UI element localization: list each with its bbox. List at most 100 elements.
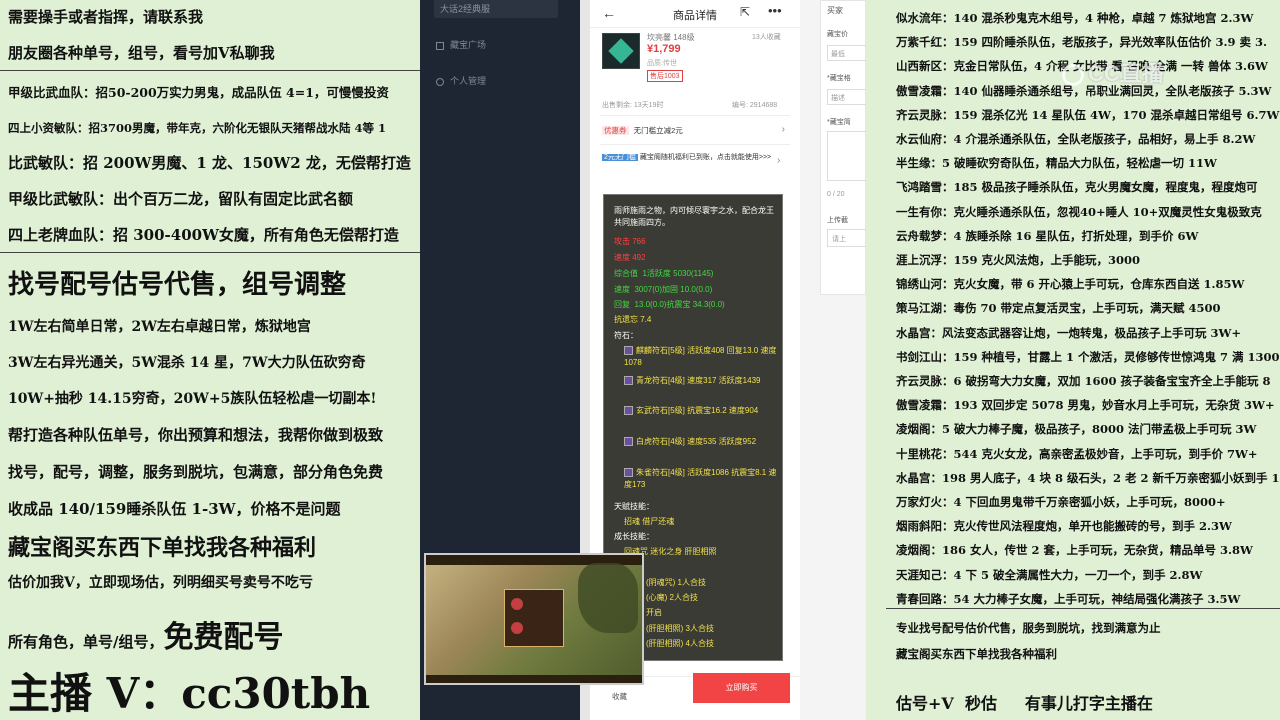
left-ad-line: 1W左右简单日常，2W左右卓越日常，炼狱地宫	[8, 319, 311, 335]
account-server-name: 万家灯火：	[896, 495, 954, 509]
description-textarea[interactable]	[827, 131, 867, 181]
coupon-row[interactable]: 优惠券 无门槛立减2元 ›	[602, 124, 787, 139]
left-ad-line: 10W+抽秒 14.15穷奇，20W+5族队伍轻松虐一切副本!	[8, 391, 377, 407]
account-server-name: 水晶宫：	[896, 325, 942, 340]
rune-icon	[624, 468, 633, 478]
watermark-text: CC直播	[1088, 61, 1164, 86]
form-backdrop: 买家 藏宝价 最低 *藏宝格 描述 *藏宝简 0 / 20 上传截 请上	[800, 0, 867, 720]
account-server-name: 书剑江山：	[896, 349, 954, 364]
user-icon	[436, 77, 444, 86]
item-number: 编号: 2914688	[732, 102, 778, 109]
form-label: 买家	[827, 6, 843, 15]
item-sub-info: 品质:传世	[647, 60, 677, 67]
rune-text: 白虎符石[4级] 速度535 活跃度952	[636, 437, 757, 446]
rune-title: 符石：	[614, 331, 638, 340]
account-server-name: 傲雪凌霜：	[896, 398, 954, 413]
left-ad-big: 免费配号	[163, 620, 284, 655]
account-server-name: 锦绣山河：	[896, 277, 954, 292]
footer-text: 有事儿打字主播在	[1024, 694, 1153, 713]
right-ad-line: 云舟载梦：4 族睡杀除 16 星队伍，打折处理，到手价 6W	[896, 228, 1198, 244]
right-ad-line: 万紫千红：159 四阶睡杀队伍，老版孩子，异光效率队伍估价 3.9 卖 3.	[896, 34, 1267, 50]
item-thumbnail[interactable]	[602, 33, 640, 69]
right-ad-line: 似水流年：140 混杀秒鬼克木组号，4 种枪，卓越 7 炼狱地宫 2.3W	[896, 10, 1253, 26]
left-ad-line: 所有角色，单号/组号，免费配号	[8, 612, 283, 656]
share-icon[interactable]: ⇱	[740, 5, 750, 19]
left-ad-line: 甲级比武敏队：出个百万二龙，留队有固定比武名额	[8, 190, 354, 208]
account-description: 159 混杀亿光 14 星队伍 4W，170 混杀卓越日常组号 6.7W	[953, 107, 1280, 122]
account-description: 6 破拐弯大力女魔，双加 1600 孩子装备宝宝齐全上手能玩 8	[953, 374, 1271, 388]
right-ad-panel: 青春回路：54 大力棒子女魔，上手可玩，神结局强化满孩子 3.5W 天涯知己：4 …	[866, 0, 1280, 720]
right-ad-line: 十里桃花：544 克火女龙，高亲密孟极妙音，上手可玩，到手价 7W+	[896, 446, 1258, 462]
right-ad-line: 傲雪凌霜：193 双回步定 5078 男鬼，妙音水月上手可玩，无杂货 3W+	[896, 397, 1275, 413]
account-description: 193 双回步定 5078 男鬼，妙音水月上手可玩，无杂货 3W+	[953, 398, 1275, 413]
footer-text: 估号+V	[896, 694, 954, 713]
sidebar-item-label: 个人管理	[450, 76, 487, 86]
account-server-name: 天涯知己：	[896, 567, 954, 582]
back-arrow-icon[interactable]: ←	[602, 5, 616, 21]
account-server-name: 凌烟阁：	[896, 543, 942, 558]
rune-item: 玄武符石[5级] 抗震宝16.2 速度904	[624, 405, 779, 417]
right-ad-line: 书剑江山：159 种植号，甘露上 1 个激活，灵修够传世惊鸿鬼 7 满 1300	[896, 349, 1280, 365]
left-ad-line: 估价加我Ⅴ，立即现场估，列明细买号卖号不吃亏	[8, 575, 313, 591]
account-server-name: 水云仙府：	[896, 132, 954, 146]
account-server-name: 半生缘：	[896, 156, 942, 171]
right-ad-line: 水晶宫：198 男人底子，4 块 8 级石头，2 老 2 新千万亲密狐小妖到手 …	[896, 470, 1280, 486]
combo-line: (阴魂咒) 1人合技	[646, 578, 706, 587]
favorite-button[interactable]: 收藏	[612, 691, 627, 702]
account-description: 克火女魔，带 6 开心猿上手可玩，仓库东西自送 1.85W	[953, 277, 1245, 292]
divider	[886, 608, 1280, 609]
account-description: 风法变态武器容让炮，一炮转鬼，极品孩子上手可玩 3W+	[942, 325, 1242, 340]
footer-text: 秒估	[964, 694, 997, 713]
account-server-name: 策马江湖：	[896, 301, 954, 316]
server-select[interactable]: 大话2经典服	[434, 0, 558, 18]
item-badge: 售后1003	[647, 70, 683, 82]
stat-value: 1活跃度 5030(1145)	[642, 269, 714, 278]
rune-text: 朱雀符石[4级] 活跃度1086 抗震宝8.1 速度173	[624, 468, 777, 489]
account-server-name: 似水流年：	[896, 11, 954, 25]
sidebar-item-personal[interactable]: 个人管理	[436, 74, 486, 87]
game-tree	[578, 563, 638, 633]
account-description: 克火传世风法程度炮，单开也能搬砖的号，到手 2.3W	[953, 519, 1232, 534]
divider	[0, 252, 420, 253]
account-server-name: 十里桃花：	[896, 446, 954, 461]
stat-line: 速度 492	[614, 253, 646, 262]
right-ad-line: 水云仙府：4 介混杀通杀队伍，全队老版孩子，品相好，易上手 8.2W	[896, 131, 1255, 147]
sidebar-item-label: 藏宝广场	[450, 40, 487, 50]
game-video-thumbnail[interactable]	[424, 553, 644, 685]
game-orb-icon	[511, 622, 523, 634]
game-orb-icon	[511, 598, 523, 610]
account-server-name: 凌烟阁：	[896, 422, 942, 437]
left-ad-line: 收成品 140/159睡杀队伍 1-3W，价格不是问题	[8, 500, 341, 518]
rune-item: 白虎符石[4级] 速度535 活跃度952	[624, 436, 779, 448]
divider	[600, 115, 790, 116]
stat-label: 回复	[614, 300, 630, 309]
account-server-name: 青春回路：	[896, 591, 954, 606]
item-price: ¥1,799	[647, 43, 681, 55]
account-description: 4 介混杀通杀队伍，全队老版孩子，品相好，易上手 8.2W	[953, 132, 1256, 146]
upload-button[interactable]: 请上	[827, 229, 867, 247]
sidebar-item-square[interactable]: 藏宝广场	[436, 38, 486, 51]
server-select-label: 大话2经典服	[440, 4, 491, 14]
account-description: 4 族睡杀除 16 星队伍，打折处理，到手价 6W	[953, 228, 1199, 243]
chevron-right-icon: ›	[777, 155, 781, 166]
left-ad-line: 找号配号估号代售，组号调整	[8, 270, 347, 300]
right-ad-line: 锦绣山河：克火女魔，带 6 开心猿上手可玩，仓库东西自送 1.85W	[896, 276, 1244, 292]
type-select[interactable]: 描述	[827, 89, 867, 105]
footer-line-large: 估号+V 秒估 有事儿打字主播在	[896, 690, 1153, 714]
account-server-name: 万紫千红：	[896, 35, 954, 50]
rune-item: 麒麟符石[5级] 活跃度408 回复13.0 速度1078	[624, 345, 779, 369]
stat-line: 回复 13.0(0.0)抗震宝 34.3(0.0)	[614, 299, 725, 310]
buy-now-button[interactable]: 立即购买	[693, 673, 790, 703]
form-label: 藏宝价	[827, 31, 848, 38]
stat-label: 速度	[614, 285, 630, 294]
left-ad-line: 朋友圈各种单号，组号，看号加Ⅴ私聊我	[8, 44, 275, 62]
form-label: *藏宝简	[827, 119, 851, 126]
more-icon[interactable]: •••	[768, 3, 782, 18]
left-ad-line: 四上老牌血队：招 300-400W女魔，所有角色无偿帮打造	[8, 226, 399, 244]
promo-row[interactable]: 2元无门槛 藏宝阁随机福利已到账，点击就能使用>>>	[602, 152, 772, 163]
rune-text: 玄武符石[5级] 抗震宝16.2 速度904	[636, 406, 759, 415]
left-ad-line: 比武敏队：招 200W男魔、1 龙、150W2 龙，无偿帮打造	[8, 154, 411, 172]
stat-label: 综合值	[614, 269, 638, 278]
sale-remaining: 出售剩余: 13天19时	[602, 102, 664, 109]
price-input[interactable]: 最低	[827, 45, 867, 61]
